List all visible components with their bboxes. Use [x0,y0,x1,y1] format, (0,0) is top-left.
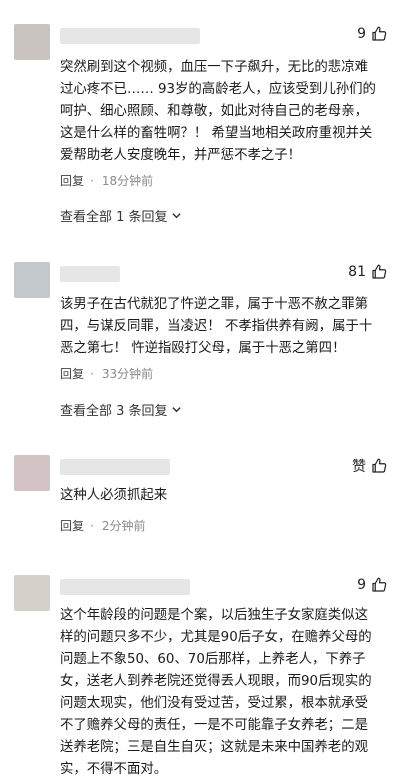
comment-text: 突然刷到这个视频，血压一下子飙升，无比的悲凉难 过心疼不已…… 93岁的高龄老人… [60,60,376,163]
thumbs-up-icon [372,26,387,41]
comment-time: 18分钟前 [101,174,154,188]
view-replies-label: 查看全部 1 条回复 [60,210,168,225]
reply-button[interactable]: 回复 [60,172,84,189]
avatar[interactable] [14,575,50,611]
avatar[interactable] [14,24,50,60]
username-redacted[interactable] [60,266,120,282]
like-button[interactable]: 9 [357,25,388,43]
like-count: 81 [348,264,366,280]
like-button[interactable]: 赞 [352,456,388,476]
comment-time: 33分钟前 [101,367,154,381]
comment-text: 这种人必须抓起来 [60,488,168,503]
comment-text: 该男子在古代就犯了忤逆之罪，属于十恶不赦之罪第 四，与谋反同罪，当凌迟！ 不孝指… [60,297,373,356]
view-replies-label: 查看全部 3 条回复 [60,404,168,419]
reply-button[interactable]: 回复 [60,365,84,382]
separator-dot: · [90,173,94,188]
separator-dot: · [90,366,94,381]
avatar[interactable] [14,455,50,491]
username-redacted[interactable] [60,28,200,44]
username-redacted[interactable] [60,579,190,595]
thumbs-up-icon [372,577,387,592]
like-count: 9 [357,577,366,593]
avatar[interactable] [14,262,50,298]
like-label: 赞 [352,459,366,475]
thumbs-up-icon [372,458,387,473]
comment-text: 这个年龄段的问题是个案，以后独生子女家庭类似这 样的问题只多不少，尤其是90后子… [60,608,372,777]
comment-meta: 回复 · 18分钟前 [60,172,153,189]
like-button[interactable]: 9 [357,576,388,594]
separator-dot: · [90,518,94,533]
view-replies-button[interactable]: 查看全部 1 条回复 [60,206,182,225]
like-count: 9 [357,26,366,42]
like-button[interactable]: 81 [348,263,388,281]
comment-meta: 回复 · 2分钟前 [60,517,145,534]
chevron-down-icon [171,407,181,413]
reply-button[interactable]: 回复 [60,517,84,534]
username-redacted[interactable] [60,459,170,475]
thumbs-up-icon [372,264,387,279]
view-replies-button[interactable]: 查看全部 3 条回复 [60,400,182,419]
comment-time: 2分钟前 [101,519,146,533]
comment-meta: 回复 · 33分钟前 [60,365,153,382]
chevron-down-icon [171,213,181,219]
